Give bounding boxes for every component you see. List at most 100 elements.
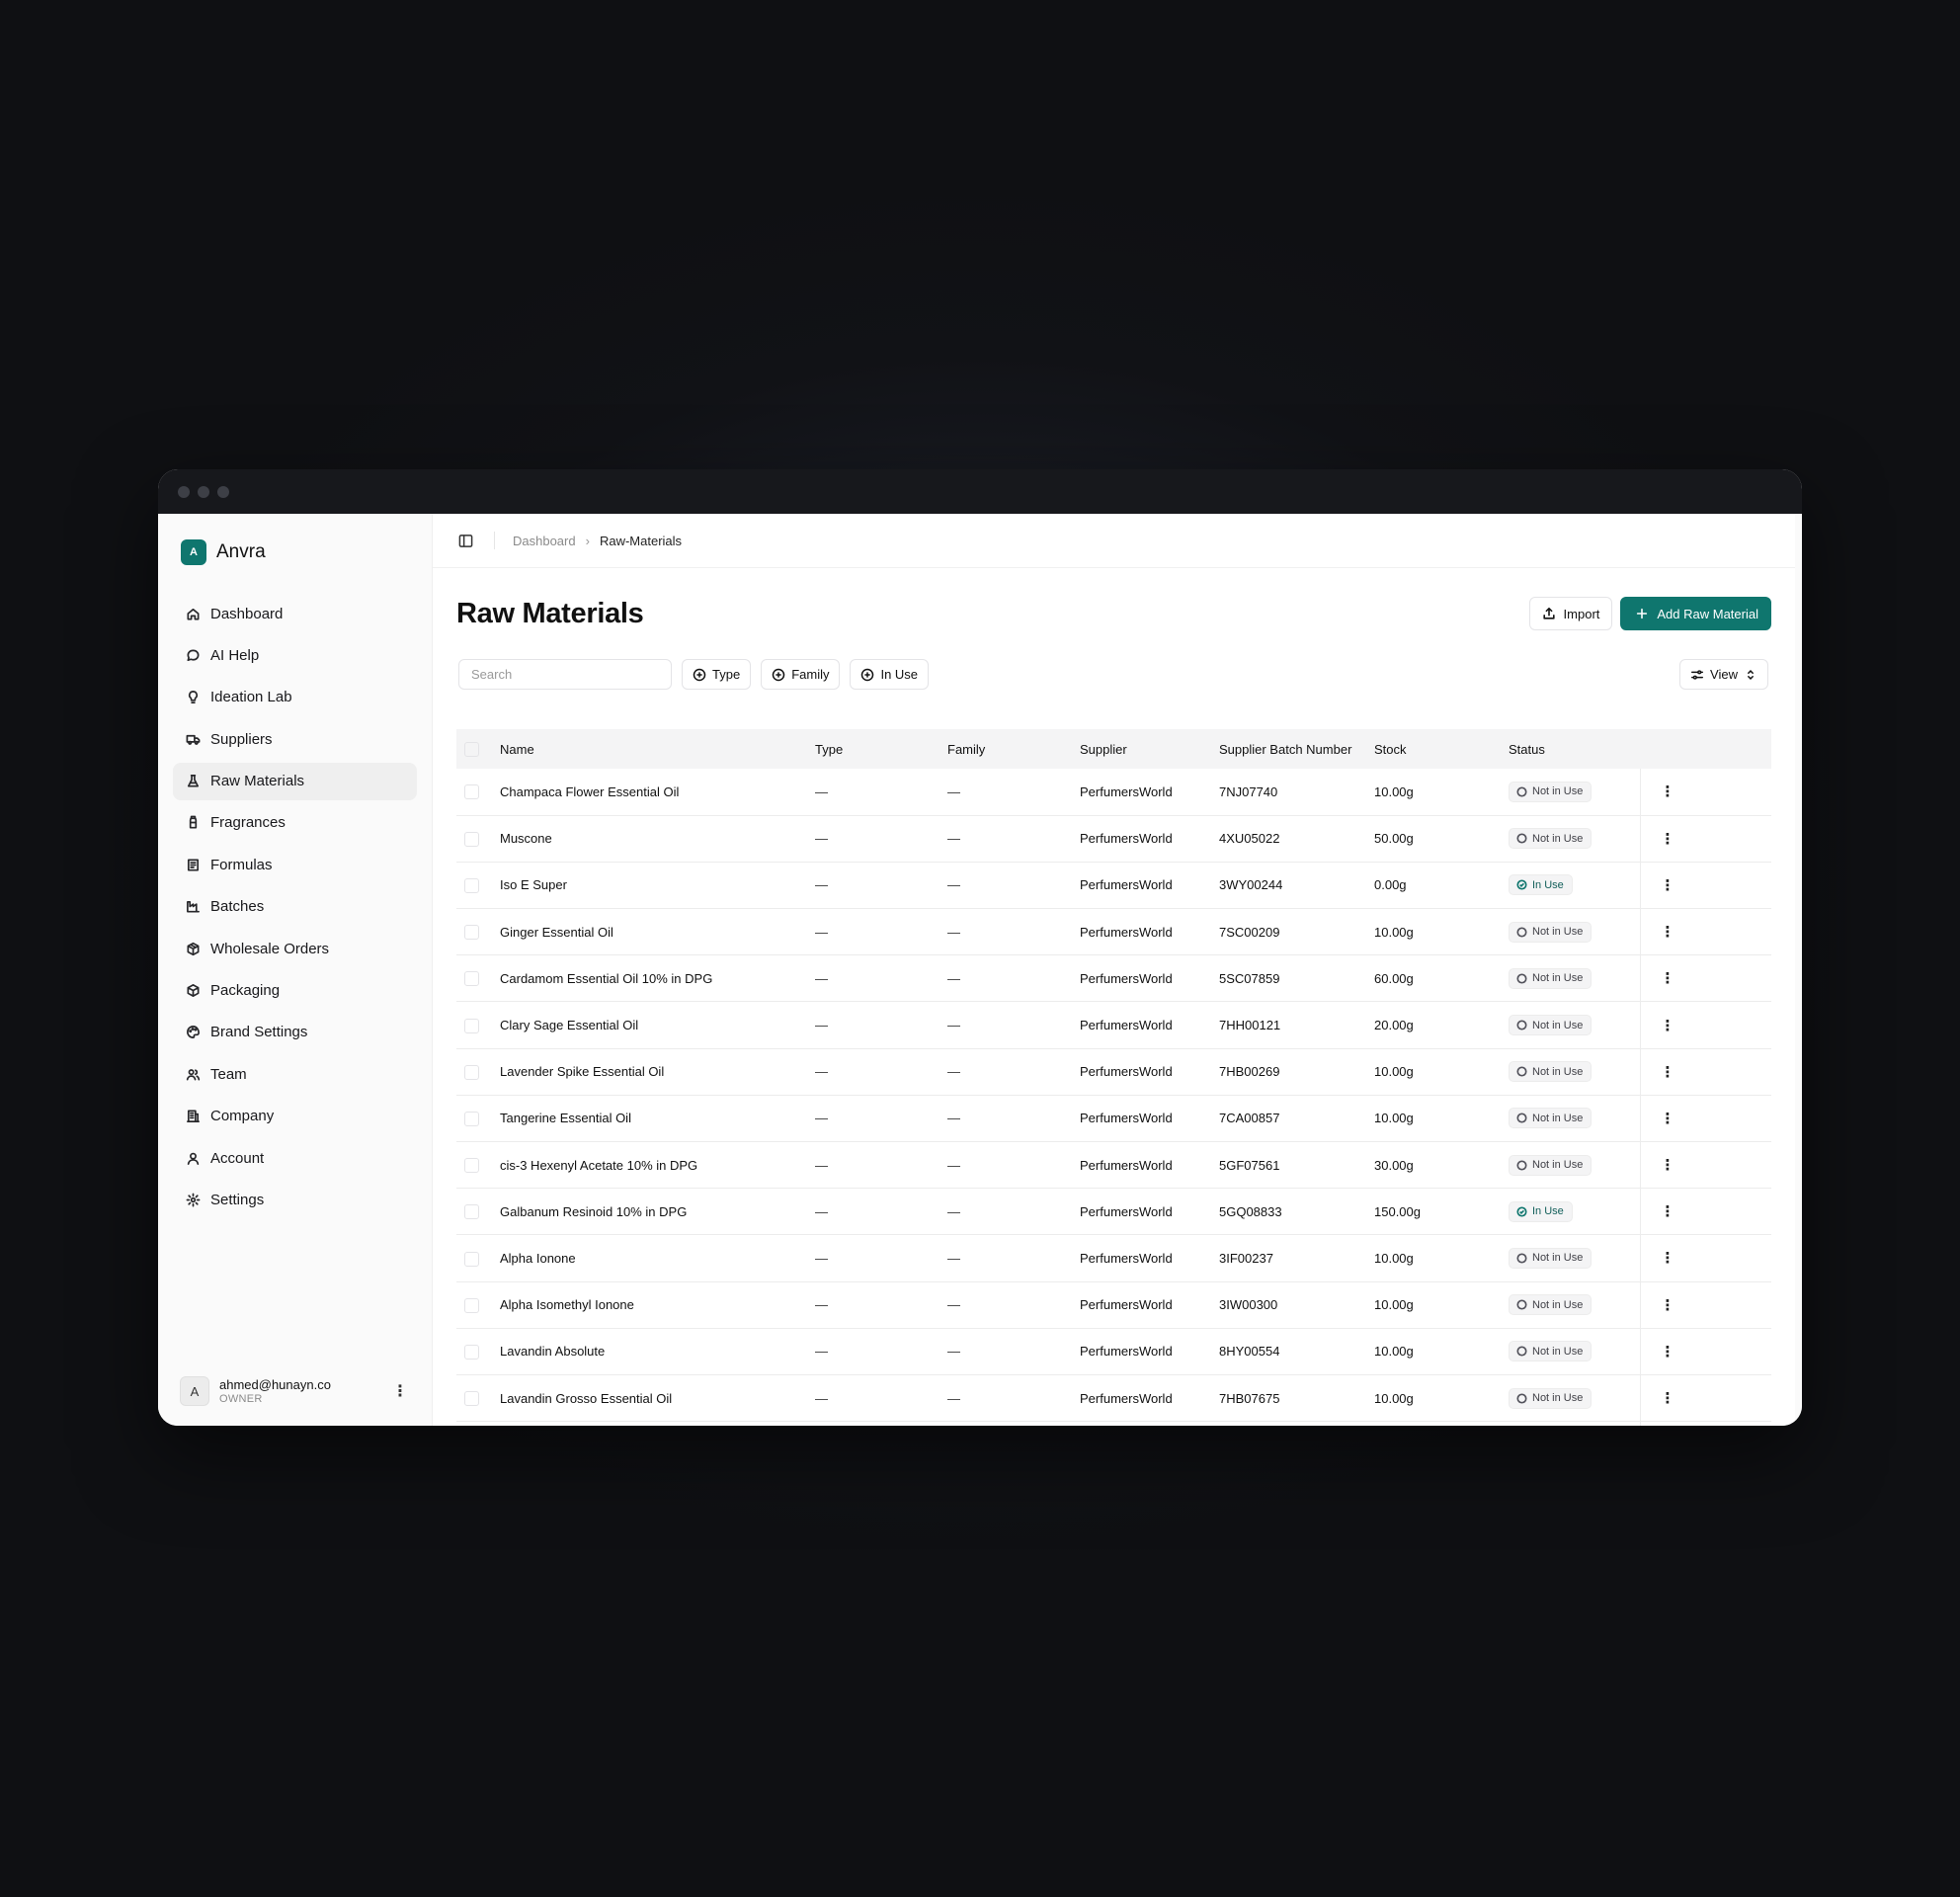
- sidebar-item-dashboard[interactable]: Dashboard: [173, 595, 417, 632]
- cell-family: —: [947, 1422, 1080, 1426]
- table-row[interactable]: Galbanum Resinoid 10% in DPG — — PerfumersW…: [456, 1188, 1771, 1235]
- breadcrumb-dashboard[interactable]: Dashboard: [513, 534, 576, 548]
- row-menu-icon[interactable]: ⋮: [1661, 1203, 1675, 1220]
- sidebar-toggle-icon[interactable]: [456, 532, 474, 549]
- window-close-dot[interactable]: [178, 485, 190, 498]
- sidebar-item-raw-materials[interactable]: Raw Materials: [173, 762, 417, 800]
- sidebar-item-ideation-lab[interactable]: Ideation Lab: [173, 679, 417, 716]
- view-options-button[interactable]: View: [1679, 659, 1768, 690]
- sidebar-item-settings[interactable]: Settings: [173, 1181, 417, 1218]
- row-checkbox[interactable]: [464, 1344, 479, 1360]
- row-menu-icon[interactable]: ⋮: [1661, 1297, 1675, 1314]
- user-menu-icon[interactable]: ⋮: [390, 1381, 410, 1401]
- sidebar-item-wholesale-orders[interactable]: Wholesale Orders: [173, 930, 417, 967]
- column-header-name[interactable]: Name: [500, 729, 815, 769]
- type-filter-button[interactable]: Type: [682, 659, 752, 690]
- sidebar-item-formulas[interactable]: Formulas: [173, 846, 417, 883]
- row-checkbox[interactable]: [464, 1391, 479, 1407]
- cell-name[interactable]: Clary Sage Essential Oil: [500, 1002, 815, 1048]
- sidebar-item-suppliers[interactable]: Suppliers: [173, 720, 417, 758]
- table-row[interactable]: cis-3 Hexenyl Acetate 10% in DPG — — Perfum…: [456, 1141, 1771, 1189]
- row-menu-icon[interactable]: ⋮: [1661, 831, 1675, 848]
- table-row[interactable]: Sandalore——PerfumersWorld4WX00405500.00g…: [456, 1421, 1771, 1426]
- row-checkbox[interactable]: [464, 878, 479, 893]
- table-row[interactable]: Iso E Super — — PerfumersWorld 3WY00244 0.00g…: [456, 862, 1771, 909]
- column-header-status[interactable]: Status: [1509, 729, 1640, 769]
- row-checkbox[interactable]: [464, 1018, 479, 1033]
- search-input[interactable]: [458, 659, 672, 690]
- row-checkbox[interactable]: [464, 1111, 479, 1126]
- cell-name[interactable]: Sandalore: [500, 1422, 815, 1426]
- row-menu-icon[interactable]: ⋮: [1661, 1018, 1675, 1034]
- sidebar-item-team[interactable]: Team: [173, 1055, 417, 1093]
- cell-name[interactable]: Lavandin Absolute: [500, 1328, 815, 1374]
- cell-name[interactable]: cis-3 Hexenyl Acetate 10% in DPG: [500, 1142, 815, 1189]
- cell-name[interactable]: Alpha Ionone: [500, 1235, 815, 1281]
- row-checkbox[interactable]: [464, 1251, 479, 1267]
- row-checkbox[interactable]: [464, 971, 479, 987]
- column-header-stock[interactable]: Stock: [1374, 729, 1509, 769]
- window-maximize-dot[interactable]: [217, 485, 229, 498]
- cell-name[interactable]: Champaca Flower Essential Oil: [500, 769, 815, 815]
- import-button[interactable]: Import: [1528, 597, 1613, 630]
- row-menu-icon[interactable]: ⋮: [1661, 784, 1675, 800]
- row-checkbox[interactable]: [464, 925, 479, 941]
- row-menu-icon[interactable]: ⋮: [1661, 1390, 1675, 1407]
- cell-name[interactable]: Galbanum Resinoid 10% in DPG: [500, 1189, 815, 1235]
- cell-name[interactable]: Tangerine Essential Oil: [500, 1095, 815, 1141]
- table-row[interactable]: Ginger Essential Oil — — PerfumersWorld 7SC0…: [456, 908, 1771, 955]
- window-minimize-dot[interactable]: [198, 485, 209, 498]
- row-menu-icon[interactable]: ⋮: [1661, 1250, 1675, 1267]
- cell-name[interactable]: Cardamom Essential Oil 10% in DPG: [500, 955, 815, 1002]
- row-checkbox[interactable]: [464, 831, 479, 847]
- sidebar-item-batches[interactable]: Batches: [173, 888, 417, 926]
- row-menu-icon[interactable]: ⋮: [1661, 1344, 1675, 1361]
- column-header-type[interactable]: Type: [815, 729, 947, 769]
- row-checkbox[interactable]: [464, 1297, 479, 1313]
- sidebar-item-account[interactable]: Account: [173, 1139, 417, 1177]
- add-raw-material-button[interactable]: Add Raw Material: [1620, 597, 1771, 630]
- table-row[interactable]: Lavender Spike Essential Oil — — PerfumersW…: [456, 1048, 1771, 1096]
- column-header-batch[interactable]: Supplier Batch Number: [1219, 729, 1374, 769]
- sidebar-item-fragrances[interactable]: Fragrances: [173, 804, 417, 842]
- row-checkbox[interactable]: [464, 1158, 479, 1174]
- cell-name[interactable]: Lavandin Grosso Essential Oil: [500, 1374, 815, 1421]
- row-menu-icon[interactable]: ⋮: [1661, 1064, 1675, 1081]
- row-menu-icon[interactable]: ⋮: [1661, 877, 1675, 894]
- table-row[interactable]: Muscone — — PerfumersWorld 4XU05022 50.00g Not…: [456, 815, 1771, 863]
- table-row[interactable]: Alpha Isomethyl Ionone — — PerfumersWorld 3I…: [456, 1281, 1771, 1329]
- sidebar-item-company[interactable]: Company: [173, 1098, 417, 1135]
- cell-name[interactable]: Ginger Essential Oil: [500, 909, 815, 955]
- sidebar-item-ai-help[interactable]: AI Help: [173, 636, 417, 674]
- column-header-supplier[interactable]: Supplier: [1080, 729, 1219, 769]
- table-row[interactable]: Cardamom Essential Oil 10% in DPG — — Perfu…: [456, 954, 1771, 1002]
- brand[interactable]: A Anvra: [173, 537, 417, 567]
- sidebar-item-packaging[interactable]: Packaging: [173, 972, 417, 1010]
- row-menu-icon[interactable]: ⋮: [1661, 924, 1675, 941]
- family-filter-button[interactable]: Family: [761, 659, 841, 690]
- import-label: Import: [1563, 606, 1600, 621]
- select-all-checkbox[interactable]: [464, 742, 479, 758]
- table-row[interactable]: Champaca Flower Essential Oil — — Perfumers…: [456, 769, 1771, 816]
- table-row[interactable]: Lavandin Absolute — — PerfumersWorld 8HY0055…: [456, 1328, 1771, 1375]
- column-header-family[interactable]: Family: [947, 729, 1080, 769]
- row-menu-icon[interactable]: ⋮: [1661, 970, 1675, 987]
- row-menu-icon[interactable]: ⋮: [1661, 1111, 1675, 1127]
- cell-stock: 150.00g: [1374, 1203, 1421, 1219]
- cell-name[interactable]: Iso E Super: [500, 862, 815, 908]
- cell-name[interactable]: Lavender Spike Essential Oil: [500, 1048, 815, 1095]
- breadcrumb-current: Raw-Materials: [599, 533, 683, 548]
- row-menu-icon[interactable]: ⋮: [1661, 1157, 1675, 1174]
- table-row[interactable]: Clary Sage Essential Oil — — PerfumersWorld…: [456, 1001, 1771, 1049]
- in-use-filter-button[interactable]: In Use: [850, 659, 930, 690]
- table-row[interactable]: Tangerine Essential Oil — — PerfumersWorld 7…: [456, 1095, 1771, 1142]
- cell-name[interactable]: Alpha Isomethyl Ionone: [500, 1281, 815, 1328]
- row-checkbox[interactable]: [464, 784, 479, 800]
- cell-name[interactable]: Muscone: [500, 815, 815, 862]
- row-checkbox[interactable]: [464, 1204, 479, 1220]
- row-checkbox[interactable]: [464, 1064, 479, 1080]
- user-profile[interactable]: A ahmed@hunayn.co OWNER ⋮: [180, 1376, 410, 1406]
- sidebar-item-brand-settings[interactable]: Brand Settings: [173, 1014, 417, 1051]
- table-row[interactable]: Lavandin Grosso Essential Oil — — Perfumers…: [456, 1374, 1771, 1422]
- table-row[interactable]: Alpha Ionone — — PerfumersWorld 3IF00237 10.0…: [456, 1234, 1771, 1282]
